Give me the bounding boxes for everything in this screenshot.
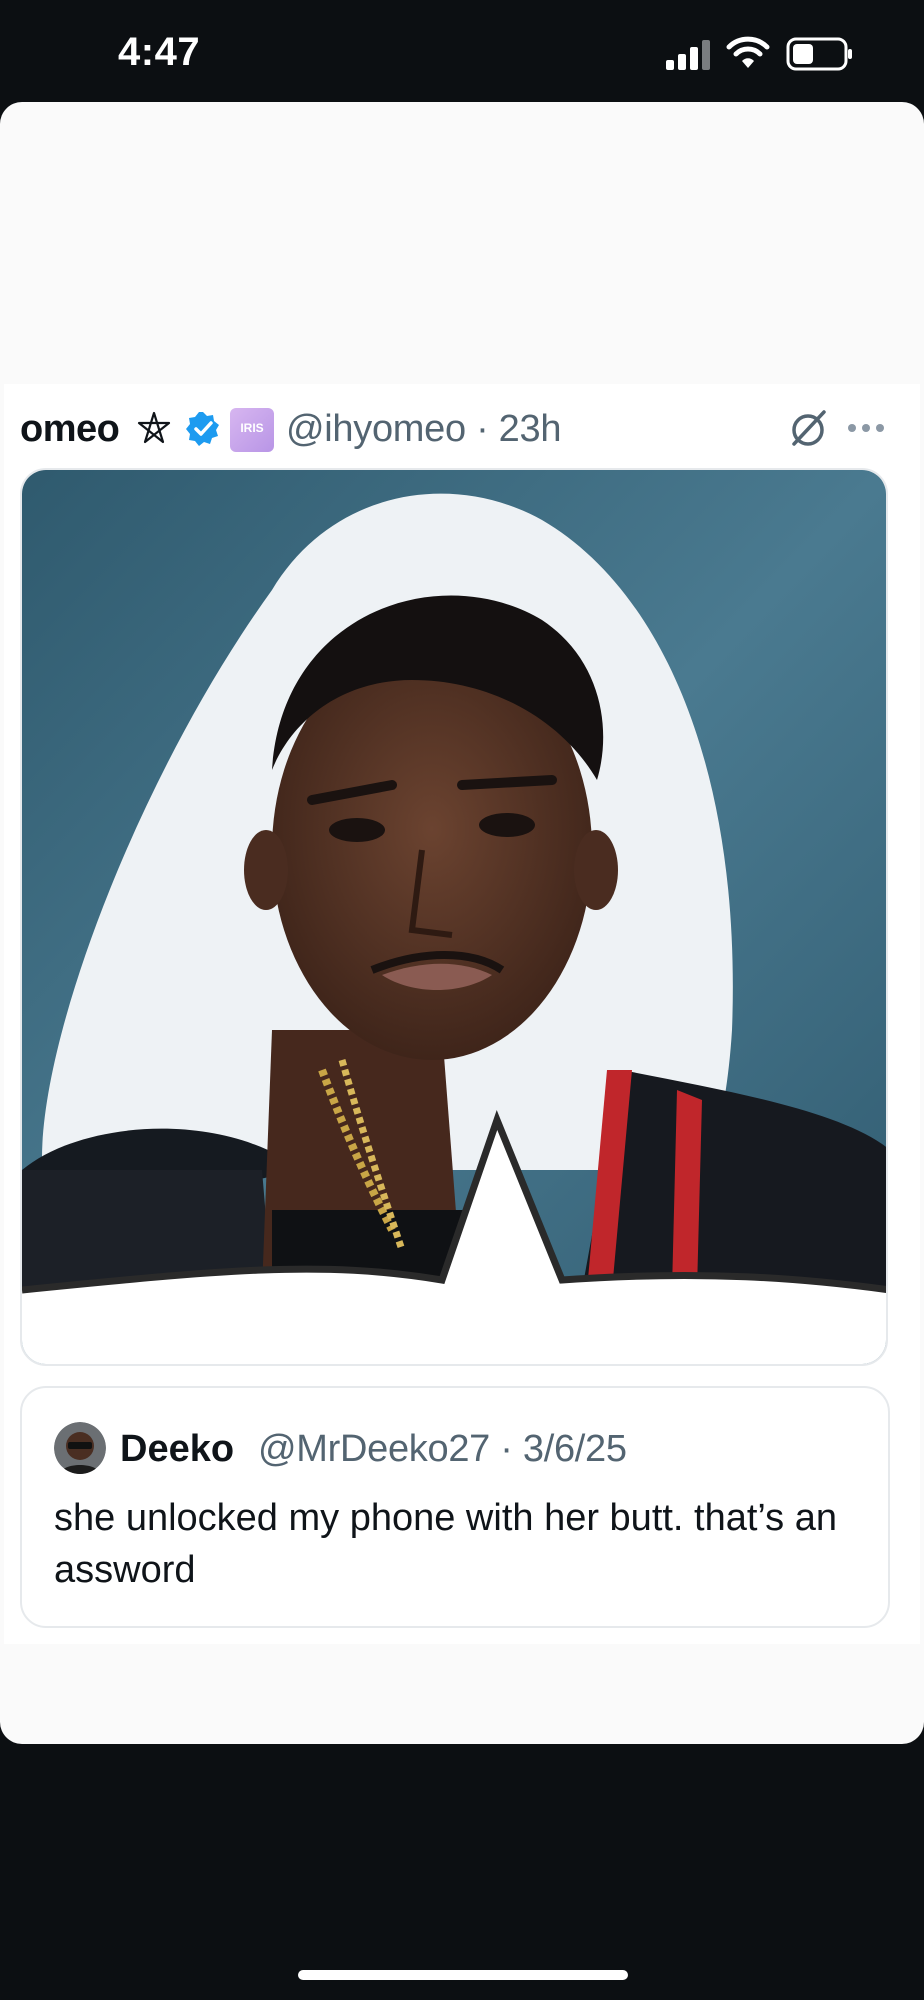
share-sheet: omeo IRIS @ihyomeo · 23h Deeko @MrDeeko2…: [0, 102, 924, 1744]
post-media[interactable]: [20, 468, 888, 1366]
author-name[interactable]: omeo: [20, 408, 120, 451]
quote-text: she unlocked my phone with her butt. tha…: [54, 1497, 838, 1591]
verified-icon: [186, 412, 219, 446]
post-header: omeo IRIS @ihyomeo · 23h: [20, 404, 904, 454]
wifi-icon: [726, 36, 770, 68]
quote-handle-date[interactable]: @MrDeeko27 · 3/6/25: [258, 1428, 627, 1471]
status-bar: 4:47: [0, 0, 924, 100]
battery-icon: [786, 37, 852, 71]
grok-icon[interactable]: [786, 406, 830, 450]
pentagram-icon: [137, 411, 171, 444]
quote-author-name[interactable]: Deeko: [120, 1428, 234, 1471]
avatar[interactable]: [54, 1422, 106, 1474]
post-card[interactable]: omeo IRIS @ihyomeo · 23h Deeko @MrDeeko2…: [4, 384, 920, 1644]
portrait-photo: [22, 470, 886, 1364]
iris-badge: IRIS: [230, 408, 274, 452]
author-handle-time[interactable]: @ihyomeo · 23h: [286, 408, 561, 451]
quoted-post[interactable]: Deeko @MrDeeko27 · 3/6/25 she unlocked m…: [20, 1386, 890, 1628]
cellular-signal-icon: [666, 40, 710, 70]
more-options-icon[interactable]: [846, 422, 886, 434]
status-time: 4:47: [118, 30, 201, 74]
home-indicator[interactable]: [298, 1970, 628, 1980]
